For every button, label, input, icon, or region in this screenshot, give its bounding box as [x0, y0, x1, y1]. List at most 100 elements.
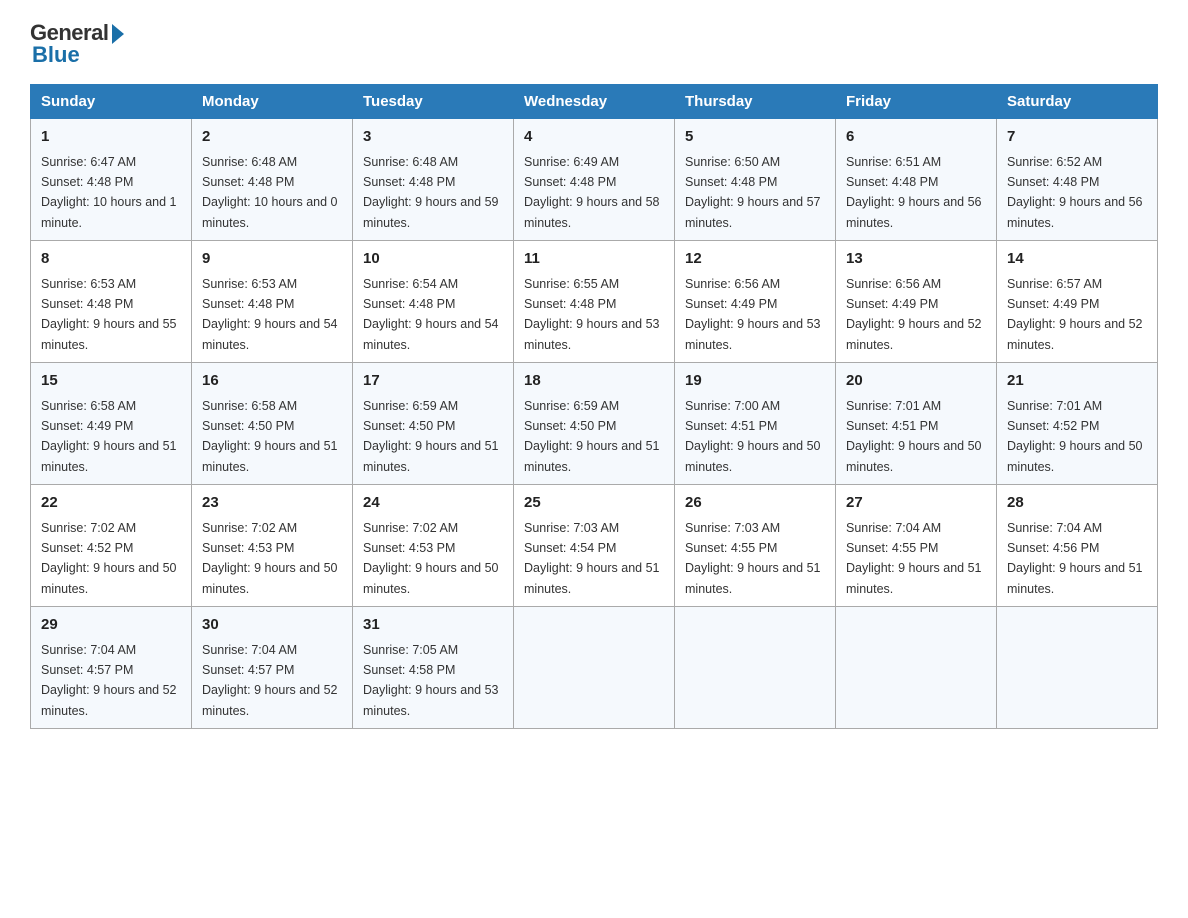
- day-info: Sunrise: 6:54 AMSunset: 4:48 PMDaylight:…: [363, 277, 499, 352]
- day-info: Sunrise: 6:50 AMSunset: 4:48 PMDaylight:…: [685, 155, 821, 230]
- day-info: Sunrise: 7:05 AMSunset: 4:58 PMDaylight:…: [363, 643, 499, 718]
- weekday-header-friday: Friday: [836, 85, 997, 119]
- calendar-cell: [675, 607, 836, 729]
- day-info: Sunrise: 6:57 AMSunset: 4:49 PMDaylight:…: [1007, 277, 1143, 352]
- day-info: Sunrise: 6:52 AMSunset: 4:48 PMDaylight:…: [1007, 155, 1143, 230]
- calendar-cell: 5 Sunrise: 6:50 AMSunset: 4:48 PMDayligh…: [675, 119, 836, 241]
- calendar-week-row: 8 Sunrise: 6:53 AMSunset: 4:48 PMDayligh…: [31, 241, 1158, 363]
- logo-blue-text: Blue: [32, 42, 80, 68]
- calendar-cell: 19 Sunrise: 7:00 AMSunset: 4:51 PMDaylig…: [675, 363, 836, 485]
- day-number: 30: [202, 614, 342, 637]
- day-number: 6: [846, 126, 986, 149]
- weekday-header-row: SundayMondayTuesdayWednesdayThursdayFrid…: [31, 85, 1158, 119]
- day-number: 2: [202, 126, 342, 149]
- logo: General Blue: [30, 20, 124, 68]
- day-number: 27: [846, 492, 986, 515]
- day-number: 14: [1007, 248, 1147, 271]
- calendar-cell: 25 Sunrise: 7:03 AMSunset: 4:54 PMDaylig…: [514, 485, 675, 607]
- day-number: 7: [1007, 126, 1147, 149]
- day-info: Sunrise: 7:04 AMSunset: 4:57 PMDaylight:…: [41, 643, 177, 718]
- day-number: 4: [524, 126, 664, 149]
- calendar-cell: 16 Sunrise: 6:58 AMSunset: 4:50 PMDaylig…: [192, 363, 353, 485]
- day-number: 11: [524, 248, 664, 271]
- calendar-week-row: 22 Sunrise: 7:02 AMSunset: 4:52 PMDaylig…: [31, 485, 1158, 607]
- calendar-cell: 21 Sunrise: 7:01 AMSunset: 4:52 PMDaylig…: [997, 363, 1158, 485]
- calendar-cell: 1 Sunrise: 6:47 AMSunset: 4:48 PMDayligh…: [31, 119, 192, 241]
- calendar-cell: 28 Sunrise: 7:04 AMSunset: 4:56 PMDaylig…: [997, 485, 1158, 607]
- day-number: 21: [1007, 370, 1147, 393]
- calendar-cell: 12 Sunrise: 6:56 AMSunset: 4:49 PMDaylig…: [675, 241, 836, 363]
- weekday-header-thursday: Thursday: [675, 85, 836, 119]
- calendar-cell: 24 Sunrise: 7:02 AMSunset: 4:53 PMDaylig…: [353, 485, 514, 607]
- calendar-cell: 15 Sunrise: 6:58 AMSunset: 4:49 PMDaylig…: [31, 363, 192, 485]
- calendar-cell: 30 Sunrise: 7:04 AMSunset: 4:57 PMDaylig…: [192, 607, 353, 729]
- day-info: Sunrise: 6:51 AMSunset: 4:48 PMDaylight:…: [846, 155, 982, 230]
- day-number: 12: [685, 248, 825, 271]
- day-number: 26: [685, 492, 825, 515]
- weekday-header-wednesday: Wednesday: [514, 85, 675, 119]
- calendar-cell: 18 Sunrise: 6:59 AMSunset: 4:50 PMDaylig…: [514, 363, 675, 485]
- calendar-cell: 17 Sunrise: 6:59 AMSunset: 4:50 PMDaylig…: [353, 363, 514, 485]
- day-number: 5: [685, 126, 825, 149]
- day-number: 24: [363, 492, 503, 515]
- day-number: 25: [524, 492, 664, 515]
- day-info: Sunrise: 7:01 AMSunset: 4:51 PMDaylight:…: [846, 399, 982, 474]
- calendar-cell: 11 Sunrise: 6:55 AMSunset: 4:48 PMDaylig…: [514, 241, 675, 363]
- calendar-cell: 31 Sunrise: 7:05 AMSunset: 4:58 PMDaylig…: [353, 607, 514, 729]
- calendar-week-row: 15 Sunrise: 6:58 AMSunset: 4:49 PMDaylig…: [31, 363, 1158, 485]
- day-number: 9: [202, 248, 342, 271]
- calendar-cell: 20 Sunrise: 7:01 AMSunset: 4:51 PMDaylig…: [836, 363, 997, 485]
- calendar-cell: 13 Sunrise: 6:56 AMSunset: 4:49 PMDaylig…: [836, 241, 997, 363]
- day-info: Sunrise: 7:01 AMSunset: 4:52 PMDaylight:…: [1007, 399, 1143, 474]
- day-info: Sunrise: 6:58 AMSunset: 4:50 PMDaylight:…: [202, 399, 338, 474]
- day-info: Sunrise: 7:00 AMSunset: 4:51 PMDaylight:…: [685, 399, 821, 474]
- day-info: Sunrise: 7:04 AMSunset: 4:57 PMDaylight:…: [202, 643, 338, 718]
- day-number: 23: [202, 492, 342, 515]
- day-info: Sunrise: 6:48 AMSunset: 4:48 PMDaylight:…: [202, 155, 338, 230]
- day-info: Sunrise: 7:02 AMSunset: 4:53 PMDaylight:…: [363, 521, 499, 596]
- calendar-cell: 2 Sunrise: 6:48 AMSunset: 4:48 PMDayligh…: [192, 119, 353, 241]
- day-info: Sunrise: 7:04 AMSunset: 4:55 PMDaylight:…: [846, 521, 982, 596]
- calendar-cell: [997, 607, 1158, 729]
- day-info: Sunrise: 7:03 AMSunset: 4:55 PMDaylight:…: [685, 521, 821, 596]
- day-info: Sunrise: 7:02 AMSunset: 4:53 PMDaylight:…: [202, 521, 338, 596]
- day-info: Sunrise: 6:56 AMSunset: 4:49 PMDaylight:…: [685, 277, 821, 352]
- calendar-cell: 9 Sunrise: 6:53 AMSunset: 4:48 PMDayligh…: [192, 241, 353, 363]
- day-number: 8: [41, 248, 181, 271]
- calendar-cell: 29 Sunrise: 7:04 AMSunset: 4:57 PMDaylig…: [31, 607, 192, 729]
- day-info: Sunrise: 7:02 AMSunset: 4:52 PMDaylight:…: [41, 521, 177, 596]
- day-number: 19: [685, 370, 825, 393]
- calendar-cell: 4 Sunrise: 6:49 AMSunset: 4:48 PMDayligh…: [514, 119, 675, 241]
- calendar-cell: 10 Sunrise: 6:54 AMSunset: 4:48 PMDaylig…: [353, 241, 514, 363]
- day-number: 1: [41, 126, 181, 149]
- day-info: Sunrise: 6:49 AMSunset: 4:48 PMDaylight:…: [524, 155, 660, 230]
- day-number: 15: [41, 370, 181, 393]
- day-info: Sunrise: 6:53 AMSunset: 4:48 PMDaylight:…: [41, 277, 177, 352]
- day-number: 20: [846, 370, 986, 393]
- day-number: 3: [363, 126, 503, 149]
- day-number: 10: [363, 248, 503, 271]
- day-info: Sunrise: 6:59 AMSunset: 4:50 PMDaylight:…: [363, 399, 499, 474]
- calendar-table: SundayMondayTuesdayWednesdayThursdayFrid…: [30, 84, 1158, 729]
- day-info: Sunrise: 6:53 AMSunset: 4:48 PMDaylight:…: [202, 277, 338, 352]
- day-number: 29: [41, 614, 181, 637]
- calendar-week-row: 1 Sunrise: 6:47 AMSunset: 4:48 PMDayligh…: [31, 119, 1158, 241]
- day-number: 28: [1007, 492, 1147, 515]
- calendar-cell: 26 Sunrise: 7:03 AMSunset: 4:55 PMDaylig…: [675, 485, 836, 607]
- calendar-cell: 7 Sunrise: 6:52 AMSunset: 4:48 PMDayligh…: [997, 119, 1158, 241]
- day-info: Sunrise: 6:47 AMSunset: 4:48 PMDaylight:…: [41, 155, 177, 230]
- day-number: 22: [41, 492, 181, 515]
- page-header: General Blue: [30, 20, 1158, 68]
- weekday-header-saturday: Saturday: [997, 85, 1158, 119]
- weekday-header-sunday: Sunday: [31, 85, 192, 119]
- calendar-cell: [836, 607, 997, 729]
- day-info: Sunrise: 7:03 AMSunset: 4:54 PMDaylight:…: [524, 521, 660, 596]
- calendar-week-row: 29 Sunrise: 7:04 AMSunset: 4:57 PMDaylig…: [31, 607, 1158, 729]
- day-info: Sunrise: 6:58 AMSunset: 4:49 PMDaylight:…: [41, 399, 177, 474]
- day-number: 16: [202, 370, 342, 393]
- day-number: 31: [363, 614, 503, 637]
- day-info: Sunrise: 6:55 AMSunset: 4:48 PMDaylight:…: [524, 277, 660, 352]
- day-info: Sunrise: 6:48 AMSunset: 4:48 PMDaylight:…: [363, 155, 499, 230]
- calendar-cell: 3 Sunrise: 6:48 AMSunset: 4:48 PMDayligh…: [353, 119, 514, 241]
- day-info: Sunrise: 6:56 AMSunset: 4:49 PMDaylight:…: [846, 277, 982, 352]
